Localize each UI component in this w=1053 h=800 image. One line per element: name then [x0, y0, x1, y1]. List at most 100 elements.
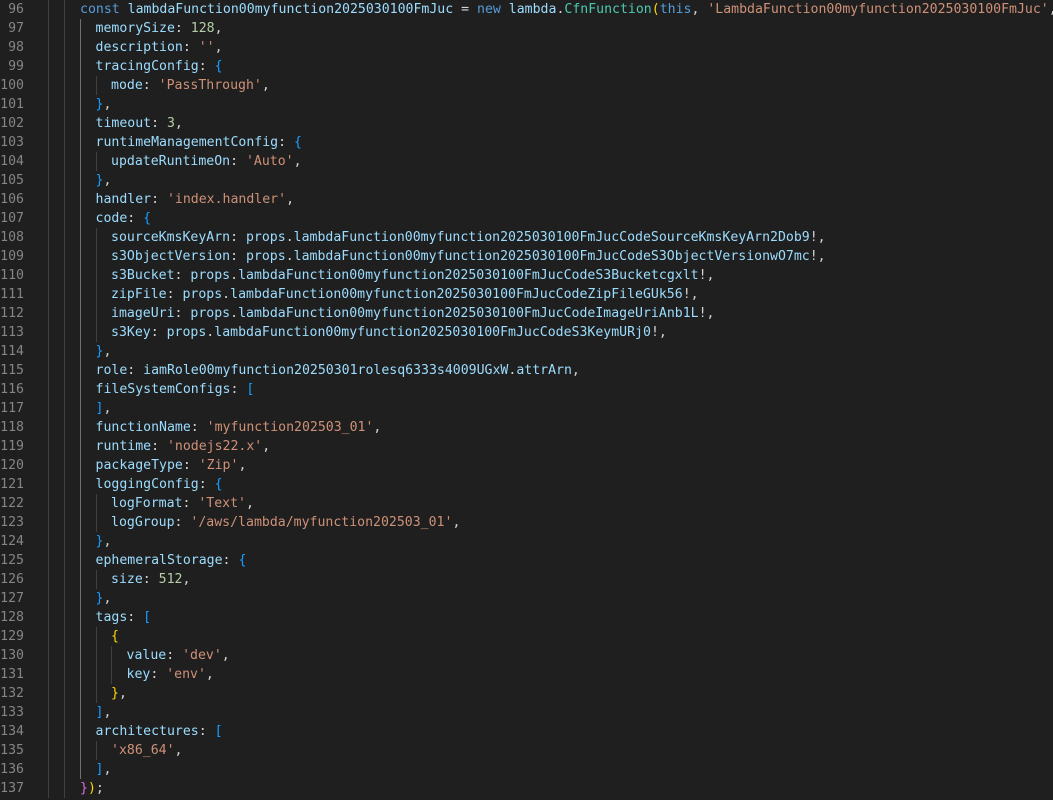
code-line[interactable]: 101}, — [0, 95, 1053, 114]
code-line[interactable]: 98 description: '', — [0, 38, 1053, 57]
code-line[interactable]: 104 updateRuntimeOn: 'Auto', — [0, 152, 1053, 171]
code-token: ) — [87, 781, 96, 796]
code-text: logGroup: '/aws/lambda/myfunction202503_… — [111, 513, 460, 532]
code-text: { — [111, 627, 119, 646]
code-line[interactable]: 106 handler: 'index.handler', — [0, 190, 1053, 209]
indent-guide — [80, 19, 81, 38]
indent-guide — [48, 95, 49, 114]
code-token: { — [238, 553, 247, 568]
code-line[interactable]: 123 logGroup: '/aws/lambda/myfunction2025… — [0, 513, 1053, 532]
code-line[interactable]: 127}, — [0, 589, 1053, 608]
code-token: !, — [809, 249, 826, 264]
code-line[interactable]: 122 logFormat: 'Text', — [0, 494, 1053, 513]
code-line[interactable]: 132}, — [0, 684, 1053, 703]
code-token: { — [111, 629, 119, 644]
code-token: 'Zip' — [198, 458, 239, 473]
code-line[interactable]: 137}); — [0, 779, 1053, 798]
indent-guide — [48, 608, 49, 627]
indent-guide — [64, 760, 65, 779]
indent-guide — [64, 190, 65, 209]
code-token: 'Text' — [198, 496, 246, 511]
indent-guide — [64, 95, 65, 114]
indent-guide — [80, 380, 81, 399]
line-number: 107 — [0, 211, 24, 226]
code-line[interactable]: 134 architectures: [ — [0, 722, 1053, 741]
indent-guide — [48, 361, 49, 380]
code-token: : — [174, 306, 191, 321]
indent-guide — [95, 304, 97, 323]
line-number: 119 — [0, 439, 24, 454]
code-text: s3ObjectVersion: props.lambdaFunction00m… — [111, 247, 826, 266]
code-editor[interactable]: 96 const lambdaFunction00myfunction202503… — [0, 0, 1053, 800]
line-number: 101 — [0, 97, 24, 112]
code-token: . — [230, 268, 239, 283]
code-line[interactable]: 97 memorySize: 128, — [0, 19, 1053, 38]
code-token: : — [182, 496, 199, 511]
code-line[interactable]: 129 { — [0, 627, 1053, 646]
code-line[interactable]: 110 s3Bucket: props.lambdaFunction00myfun… — [0, 266, 1053, 285]
code-line[interactable]: 131 key: 'env', — [0, 665, 1053, 684]
indent-guide — [64, 494, 65, 513]
code-line[interactable]: 124}, — [0, 532, 1053, 551]
code-line[interactable]: 103 runtimeManagementConfig: { — [0, 133, 1053, 152]
indent-guide — [95, 152, 97, 171]
code-line[interactable]: 105}, — [0, 171, 1053, 190]
indent-guide — [80, 342, 81, 361]
code-token: CfnFunction — [564, 2, 652, 17]
code-line[interactable]: 102 timeout: 3, — [0, 114, 1053, 133]
code-line[interactable]: 130 value: 'dev', — [0, 646, 1053, 665]
code-line[interactable]: 135 'x86_64', — [0, 741, 1053, 760]
code-token: lambdaFunction00myfunction2025030100FmJu… — [238, 268, 699, 283]
code-line[interactable]: 116 fileSystemConfigs: [ — [0, 380, 1053, 399]
code-token: : — [166, 287, 183, 302]
code-line[interactable]: 120 packageType: 'Zip', — [0, 456, 1053, 475]
indent-guide — [95, 570, 97, 589]
code-line[interactable]: 113 s3Key: props.lambdaFunction00myfuncti… — [0, 323, 1053, 342]
line-number: 126 — [0, 572, 24, 587]
indent-guide — [95, 285, 97, 304]
code-line[interactable]: 114}, — [0, 342, 1053, 361]
code-line[interactable]: 107 code: { — [0, 209, 1053, 228]
code-token: 3 — [166, 116, 175, 131]
code-line[interactable]: 115 role: iamRole00myfunction20250301role… — [0, 361, 1053, 380]
indent-guide — [48, 114, 49, 133]
line-number: 110 — [0, 268, 24, 283]
line-number: 104 — [0, 154, 24, 169]
code-text: key: 'env', — [127, 665, 214, 684]
code-text: }, — [96, 589, 112, 608]
indent-guide — [64, 437, 65, 456]
indent-guide — [95, 513, 97, 532]
line-number: 99 — [8, 59, 24, 74]
code-token: , — [1049, 2, 1053, 17]
indent-guide — [64, 304, 65, 323]
code-line[interactable]: 111 zipFile: props.lambdaFunction00myfunc… — [0, 285, 1053, 304]
code-line[interactable]: 109 s3ObjectVersion: props.lambdaFunction… — [0, 247, 1053, 266]
code-token: role — [95, 363, 128, 378]
code-token: : — [127, 610, 144, 625]
indent-guide — [64, 646, 65, 665]
code-line[interactable]: 126 size: 512, — [0, 570, 1053, 589]
code-line[interactable]: 125 ephemeralStorage: { — [0, 551, 1053, 570]
indent-guide — [48, 57, 49, 76]
code-token: sourceKmsKeyArn — [111, 230, 231, 245]
code-token: : — [166, 648, 183, 663]
code-line[interactable]: 118 functionName: 'myfunction202503_01', — [0, 418, 1053, 437]
code-token: '/aws/lambda/myfunction202503_01' — [190, 515, 453, 530]
code-token: : — [151, 439, 167, 454]
code-text: description: '', — [96, 38, 223, 57]
code-line[interactable]: 117], — [0, 399, 1053, 418]
code-line[interactable]: 121 loggingConfig: { — [0, 475, 1053, 494]
code-line[interactable]: 133], — [0, 703, 1053, 722]
code-line[interactable]: 119 runtime: 'nodejs22.x', — [0, 437, 1053, 456]
code-line[interactable]: 128 tags: [ — [0, 608, 1053, 627]
code-token: , — [286, 192, 295, 207]
indent-guide — [48, 38, 49, 57]
line-number: 131 — [0, 667, 24, 682]
code-line[interactable]: 100 mode: 'PassThrough', — [0, 76, 1053, 95]
code-line[interactable]: 99 tracingConfig: { — [0, 57, 1053, 76]
indent-guide — [64, 741, 65, 760]
code-line[interactable]: 112 imageUri: props.lambdaFunction00myfun… — [0, 304, 1053, 323]
code-line[interactable]: 96 const lambdaFunction00myfunction202503… — [0, 0, 1053, 19]
code-line[interactable]: 108 sourceKmsKeyArn: props.lambdaFunction… — [0, 228, 1053, 247]
code-line[interactable]: 136], — [0, 760, 1053, 779]
